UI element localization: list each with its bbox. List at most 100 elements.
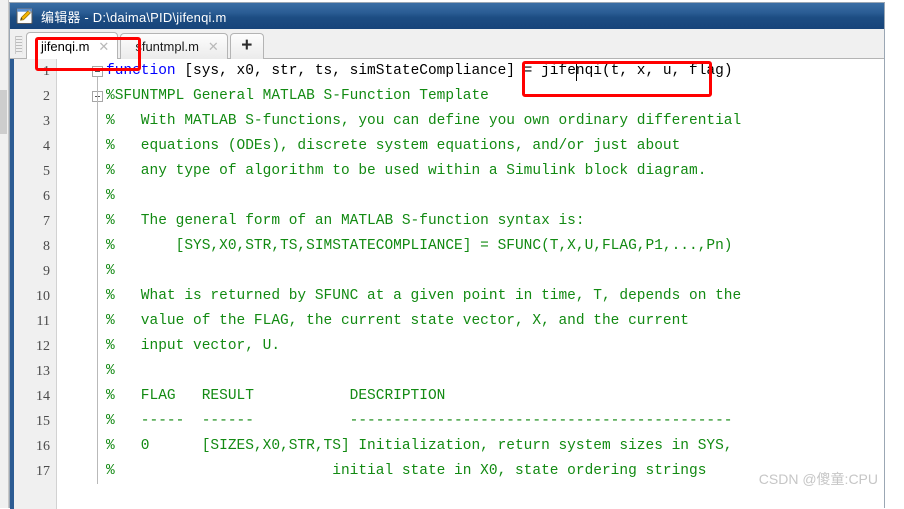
code-line[interactable]: % xyxy=(106,359,884,384)
code-text-area[interactable]: function [sys, x0, str, ts, simStateComp… xyxy=(106,59,884,509)
line-number: 10 xyxy=(36,289,50,304)
code-line-text: % any type of algorithm to be used withi… xyxy=(106,163,707,179)
code-line[interactable]: % input vector, U. xyxy=(106,334,884,359)
code-line-text: % FLAG RESULT DESCRIPTION xyxy=(106,388,446,404)
code-editor[interactable]: 1 2 3 4 5 6 7 8 9 10 11 12 13 14 15 16 17 function [sys,… xyxy=(10,59,884,509)
line-number: 9 xyxy=(43,264,50,279)
new-tab-button[interactable]: + xyxy=(229,33,264,59)
fold-row xyxy=(58,409,106,434)
fold-row xyxy=(58,259,106,284)
editor-pencil-icon xyxy=(16,7,34,25)
fold-row xyxy=(58,459,106,484)
code-line-text: %SFUNTMPL General MATLAB S-Function Temp… xyxy=(106,88,489,104)
editor-tabstrip: jifenqi.m ✕ sfuntmpl.m ✕ + xyxy=(10,29,884,59)
line-number: 11 xyxy=(36,314,50,329)
fold-row xyxy=(58,134,106,159)
code-line[interactable]: % equations (ODEs), discrete system equa… xyxy=(106,134,884,159)
code-line-text: % ----- ------ -------------------------… xyxy=(106,413,733,429)
fold-row xyxy=(58,309,106,334)
fold-row xyxy=(58,384,106,409)
code-line[interactable]: % The general form of an MATLAB S-functi… xyxy=(106,209,884,234)
fold-row xyxy=(58,334,106,359)
line-number: 8 xyxy=(43,239,50,254)
csdn-watermark: CSDN @傻童:CPU xyxy=(758,471,878,487)
fold-row xyxy=(58,434,106,459)
code-line[interactable]: % FLAG RESULT DESCRIPTION xyxy=(106,384,884,409)
gutter-row: 2 xyxy=(14,84,56,109)
code-line-text: % The general form of an MATLAB S-functi… xyxy=(106,213,585,229)
tabstrip-drag-handle[interactable] xyxy=(15,36,23,54)
gutter-row: 15 xyxy=(14,409,56,434)
line-number: 7 xyxy=(43,214,50,229)
code-line[interactable]: % [SYS,X0,STR,TS,SIMSTATECOMPLIANCE] = S… xyxy=(106,234,884,259)
code-line-text: function [sys, x0, str, ts, simStateComp… xyxy=(106,63,733,79)
gutter-row: 9 xyxy=(14,259,56,284)
line-number: 17 xyxy=(36,464,50,479)
window-title: 编辑器 - D:\daima\PID\jifenqi.m xyxy=(41,9,227,25)
line-number: 14 xyxy=(36,389,50,404)
fold-row xyxy=(58,109,106,134)
gutter-row: 1 xyxy=(14,59,56,84)
fold-collapse-icon[interactable] xyxy=(92,66,103,77)
gutter-row: 5 xyxy=(14,159,56,184)
code-line-text: % xyxy=(106,363,115,379)
code-line[interactable]: % What is returned by SFUNC at a given p… xyxy=(106,284,884,309)
code-line-text: % input vector, U. xyxy=(106,338,281,354)
screenshot-root: 编辑器 - D:\daima\PID\jifenqi.m jifenqi.m ✕… xyxy=(0,0,904,509)
gutter-row: 17 xyxy=(14,459,56,484)
gutter-row: 8 xyxy=(14,234,56,259)
line-number: 12 xyxy=(36,339,50,354)
fold-row xyxy=(58,284,106,309)
code-line[interactable]: % value of the FLAG, the current state v… xyxy=(106,309,884,334)
gutter-row: 3 xyxy=(14,109,56,134)
code-line[interactable]: % With MATLAB S-functions, you can defin… xyxy=(106,109,884,134)
outer-panel-scrollbar[interactable] xyxy=(0,0,9,508)
tab-sfuntmpl[interactable]: sfuntmpl.m ✕ xyxy=(120,33,228,59)
window-titlebar: 编辑器 - D:\daima\PID\jifenqi.m xyxy=(10,3,884,29)
close-icon[interactable]: ✕ xyxy=(98,40,109,53)
code-line[interactable]: % any type of algorithm to be used withi… xyxy=(106,159,884,184)
tab-jifenqi[interactable]: jifenqi.m ✕ xyxy=(26,32,119,59)
outer-scrollbar-thumb[interactable] xyxy=(0,90,7,134)
code-line[interactable]: % ----- ------ -------------------------… xyxy=(106,409,884,434)
gutter-row: 6 xyxy=(14,184,56,209)
code-folding-column[interactable] xyxy=(58,59,106,509)
code-line-text: % xyxy=(106,188,115,204)
line-number: 3 xyxy=(43,114,50,129)
fold-row xyxy=(58,159,106,184)
line-number: 16 xyxy=(36,439,50,454)
line-number: 13 xyxy=(36,364,50,379)
fold-guide-line xyxy=(97,77,98,484)
code-line[interactable]: % xyxy=(106,259,884,284)
gutter-row: 12 xyxy=(14,334,56,359)
fold-row xyxy=(58,184,106,209)
gutter-row: 4 xyxy=(14,134,56,159)
line-number: 6 xyxy=(43,189,50,204)
fold-row xyxy=(58,234,106,259)
code-line[interactable]: function [sys, x0, str, ts, simStateComp… xyxy=(106,59,884,84)
gutter-row: 13 xyxy=(14,359,56,384)
code-line[interactable]: % xyxy=(106,184,884,209)
fold-row xyxy=(58,59,106,84)
line-number: 2 xyxy=(43,89,50,104)
gutter-row: 11 xyxy=(14,309,56,334)
editor-window: 编辑器 - D:\daima\PID\jifenqi.m jifenqi.m ✕… xyxy=(9,2,885,509)
line-number: 1 xyxy=(43,64,50,79)
line-number-gutter: 1 2 3 4 5 6 7 8 9 10 11 12 13 14 15 16 17 xyxy=(14,59,57,509)
gutter-row: 10 xyxy=(14,284,56,309)
fold-row xyxy=(58,84,106,109)
code-line-text: % equations (ODEs), discrete system equa… xyxy=(106,138,681,154)
close-icon[interactable]: ✕ xyxy=(208,40,219,53)
tab-label: jifenqi.m xyxy=(41,38,90,54)
line-number: 5 xyxy=(43,164,50,179)
code-line[interactable]: % 0 [SIZES,X0,STR,TS] Initialization, re… xyxy=(106,434,884,459)
code-line-text: % initial state in X0, state ordering st… xyxy=(106,463,707,479)
text-caret xyxy=(576,63,577,81)
tab-label: sfuntmpl.m xyxy=(135,39,199,54)
fold-row xyxy=(58,209,106,234)
code-line[interactable]: %SFUNTMPL General MATLAB S-Function Temp… xyxy=(106,84,884,109)
code-line-text: % value of the FLAG, the current state v… xyxy=(106,313,689,329)
code-line-text: % xyxy=(106,263,115,279)
code-line-text: % What is returned by SFUNC at a given p… xyxy=(106,288,742,304)
code-line-text: % 0 [SIZES,X0,STR,TS] Initialization, re… xyxy=(106,438,733,454)
